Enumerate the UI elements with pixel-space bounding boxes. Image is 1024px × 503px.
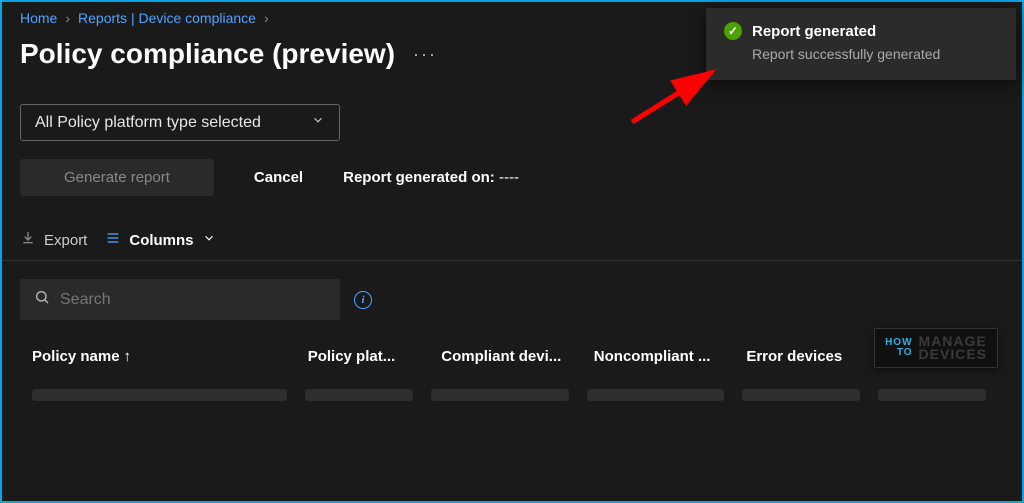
toast-notification: ✓ Report generated Report successfully g… <box>706 8 1016 80</box>
chevron-down-icon <box>311 113 325 132</box>
search-icon <box>34 289 50 310</box>
column-header-noncompliant[interactable]: Noncompliant ... <box>594 348 747 365</box>
chevron-right-icon: › <box>65 10 70 26</box>
report-generated-on: Report generated on: ---- <box>343 169 519 186</box>
table-header: Policy name ↑ Policy plat... Compliant d… <box>2 320 1022 365</box>
success-check-icon: ✓ <box>724 22 742 40</box>
info-icon[interactable]: i <box>354 291 372 309</box>
generate-report-button[interactable]: Generate report <box>20 159 214 196</box>
download-icon <box>20 230 36 250</box>
columns-icon <box>105 230 121 250</box>
search-input[interactable] <box>60 291 326 309</box>
more-menu-button[interactable]: ··· <box>413 44 437 65</box>
search-input-wrapper[interactable] <box>20 279 340 320</box>
skeleton-cell <box>878 389 986 401</box>
page-title: Policy compliance (preview) <box>20 38 395 70</box>
sort-asc-icon: ↑ <box>124 348 132 365</box>
export-button[interactable]: Export <box>20 230 87 250</box>
skeleton-cell <box>431 389 568 401</box>
platform-filter-dropdown[interactable]: All Policy platform type selected <box>20 104 340 141</box>
columns-label: Columns <box>129 232 193 249</box>
toast-title: Report generated <box>752 23 876 40</box>
watermark-text: TO <box>885 348 912 358</box>
cancel-button[interactable]: Cancel <box>254 169 303 186</box>
breadcrumb-home[interactable]: Home <box>20 10 57 26</box>
column-header-policy-platform[interactable]: Policy plat... <box>308 348 442 365</box>
column-header-error[interactable]: Error devices <box>746 348 880 365</box>
columns-button[interactable]: Columns <box>105 230 215 250</box>
generated-on-value: ---- <box>499 169 519 186</box>
toast-subtitle: Report successfully generated <box>752 46 998 62</box>
skeleton-cell <box>742 389 860 401</box>
dropdown-label: All Policy platform type selected <box>35 114 261 132</box>
watermark: HOW TO MANAGE DEVICES <box>874 328 998 368</box>
generated-on-label: Report generated on: <box>343 169 495 186</box>
chevron-right-icon: › <box>264 10 269 26</box>
breadcrumb-reports[interactable]: Reports | Device compliance <box>78 10 256 26</box>
export-label: Export <box>44 232 87 249</box>
skeleton-cell <box>305 389 413 401</box>
chevron-down-icon <box>202 231 216 249</box>
table-row <box>2 365 1022 401</box>
column-header-compliant[interactable]: Compliant devi... <box>441 348 594 365</box>
skeleton-cell <box>587 389 724 401</box>
skeleton-cell <box>32 389 287 401</box>
watermark-text: DEVICES <box>919 348 987 361</box>
column-header-policy-name[interactable]: Policy name ↑ <box>32 348 308 365</box>
